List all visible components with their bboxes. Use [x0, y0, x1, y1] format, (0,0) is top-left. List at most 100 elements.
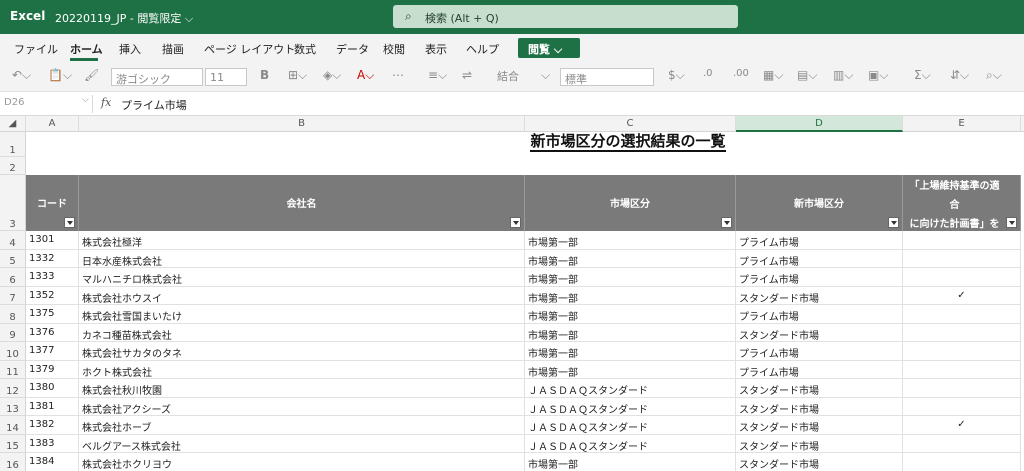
decrease-decimal-icon[interactable]: .00: [733, 68, 749, 86]
cell-market[interactable]: 市場第一部: [525, 361, 736, 379]
cell-plan[interactable]: [903, 231, 1021, 250]
row-header[interactable]: 11: [0, 361, 26, 379]
tab-draw[interactable]: 描画: [162, 41, 184, 57]
paste-icon[interactable]: 📋⌵: [48, 68, 72, 86]
row-header[interactable]: 14: [0, 416, 26, 435]
row-header[interactable]: 1: [0, 132, 26, 157]
number-format-select[interactable]: 標準: [560, 68, 654, 86]
formula-input[interactable]: プライム市場: [121, 97, 187, 113]
tab-view[interactable]: 表示: [425, 41, 447, 57]
cell-styles-icon[interactable]: ▥⌵: [833, 68, 853, 86]
column-header-a[interactable]: A: [26, 116, 79, 132]
search-box[interactable]: ⌕ 検索 (Alt + Q): [393, 5, 738, 28]
cell-market[interactable]: 市場第一部: [525, 342, 736, 361]
cell-new-market[interactable]: スタンダード市場: [736, 416, 903, 435]
tab-formulas[interactable]: 数式: [294, 41, 316, 57]
select-all-corner[interactable]: ◢: [0, 116, 26, 132]
cell-new-market[interactable]: スタンダード市場: [736, 453, 903, 471]
cell-market[interactable]: ＪＡＳＤＡＱスタンダード: [525, 398, 736, 416]
cell-code[interactable]: 1382: [26, 416, 79, 435]
read-only-mode-button[interactable]: 閲覧 ⌵: [518, 38, 580, 58]
cell-code[interactable]: 1375: [26, 305, 79, 324]
tab-page-layout[interactable]: ページ レイアウト: [204, 41, 295, 57]
cell-company[interactable]: 株式会社ホクリヨウ: [79, 453, 525, 471]
cell-new-market[interactable]: スタンダード市場: [736, 324, 903, 342]
cell-code[interactable]: 1301: [26, 231, 79, 250]
row-header[interactable]: 9: [0, 324, 26, 342]
name-box-dropdown-icon[interactable]: ⌵: [82, 95, 89, 113]
sheet-title[interactable]: 新市場区分の選択結果の一覧: [400, 130, 856, 152]
row-header[interactable]: 6: [0, 268, 26, 287]
conditional-format-icon[interactable]: ▦⌵: [763, 68, 783, 86]
tab-home[interactable]: ホーム: [70, 41, 103, 57]
font-name-select[interactable]: 游ゴシック: [111, 68, 203, 86]
cell-plan[interactable]: [903, 250, 1021, 268]
cell-code[interactable]: 1332: [26, 250, 79, 268]
format-table-icon[interactable]: ▤⌵: [797, 68, 817, 86]
more-icon[interactable]: ⋯: [392, 68, 404, 86]
cell-plan[interactable]: [903, 453, 1021, 471]
cell-market[interactable]: 市場第一部: [525, 250, 736, 268]
cell-new-market[interactable]: プライム市場: [736, 250, 903, 268]
header-market[interactable]: 市場区分: [525, 175, 736, 231]
cell-company[interactable]: 株式会社アクシーズ: [79, 398, 525, 416]
cell-code[interactable]: 1383: [26, 435, 79, 453]
cell-plan[interactable]: ✓: [903, 416, 1021, 435]
row-header[interactable]: 8: [0, 305, 26, 324]
cell-market[interactable]: 市場第一部: [525, 287, 736, 305]
row-header[interactable]: 4: [0, 231, 26, 250]
find-icon[interactable]: ⌕⌵: [986, 68, 1002, 86]
cell-code[interactable]: 1352: [26, 287, 79, 305]
cell-market[interactable]: 市場第一部: [525, 305, 736, 324]
tab-insert[interactable]: 挿入: [119, 41, 141, 57]
tab-help[interactable]: ヘルプ: [466, 41, 499, 57]
row-header[interactable]: 16: [0, 453, 26, 471]
row-header[interactable]: 10: [0, 342, 26, 361]
header-code[interactable]: コード: [26, 175, 79, 231]
cell-plan[interactable]: [903, 435, 1021, 453]
cell-market[interactable]: 市場第一部: [525, 231, 736, 250]
autosum-icon[interactable]: Σ⌵: [914, 68, 931, 86]
cell-company[interactable]: 株式会社ホーブ: [79, 416, 525, 435]
row-header[interactable]: 7: [0, 287, 26, 305]
cell-code[interactable]: 1379: [26, 361, 79, 379]
cell-company[interactable]: 株式会社ホウスイ: [79, 287, 525, 305]
cell-company[interactable]: 株式会社雪国まいたけ: [79, 305, 525, 324]
cell-market[interactable]: ＪＡＳＤＡＱスタンダード: [525, 416, 736, 435]
bold-icon[interactable]: B: [260, 68, 269, 86]
row-header[interactable]: 12: [0, 379, 26, 398]
cell-plan[interactable]: [903, 268, 1021, 287]
cell-new-market[interactable]: プライム市場: [736, 268, 903, 287]
cell-new-market[interactable]: スタンダード市場: [736, 379, 903, 398]
merge-dropdown-icon[interactable]: ⌵: [541, 68, 550, 86]
increase-decimal-icon[interactable]: .0: [703, 68, 713, 86]
tab-file[interactable]: ファイル: [14, 41, 58, 57]
cell-new-market[interactable]: プライム市場: [736, 342, 903, 361]
cell-company[interactable]: ホクト株式会社: [79, 361, 525, 379]
cell-new-market[interactable]: スタンダード市場: [736, 398, 903, 416]
cell-company[interactable]: 株式会社サカタのタネ: [79, 342, 525, 361]
cell-new-market[interactable]: スタンダード市場: [736, 435, 903, 453]
cell-company[interactable]: カネコ種苗株式会社: [79, 324, 525, 342]
cell-plan[interactable]: ✓: [903, 287, 1021, 305]
header-new-market[interactable]: 新市場区分: [736, 175, 903, 231]
filter-dropdown-icon[interactable]: [1006, 217, 1017, 228]
cell-market[interactable]: 市場第一部: [525, 324, 736, 342]
row-header[interactable]: 2: [0, 157, 26, 175]
cell-new-market[interactable]: プライム市場: [736, 361, 903, 379]
currency-icon[interactable]: $⌵: [668, 68, 685, 86]
font-size-select[interactable]: 11: [205, 68, 247, 86]
cell-code[interactable]: 1381: [26, 398, 79, 416]
row-header[interactable]: 13: [0, 398, 26, 416]
column-header-e[interactable]: E: [903, 116, 1021, 132]
align-icon[interactable]: ≡⌵: [428, 68, 447, 86]
filter-dropdown-icon[interactable]: [64, 217, 75, 228]
cell-code[interactable]: 1333: [26, 268, 79, 287]
cell-plan[interactable]: [903, 324, 1021, 342]
sort-filter-icon[interactable]: ⇵⌵: [950, 68, 969, 86]
fill-color-icon[interactable]: ◈⌵: [323, 68, 341, 86]
cell-code[interactable]: 1377: [26, 342, 79, 361]
cell-new-market[interactable]: プライム市場: [736, 305, 903, 324]
row-header[interactable]: 15: [0, 435, 26, 453]
file-name-dropdown[interactable]: 20220119_JP - 閲覧限定 ⌵: [55, 10, 193, 26]
